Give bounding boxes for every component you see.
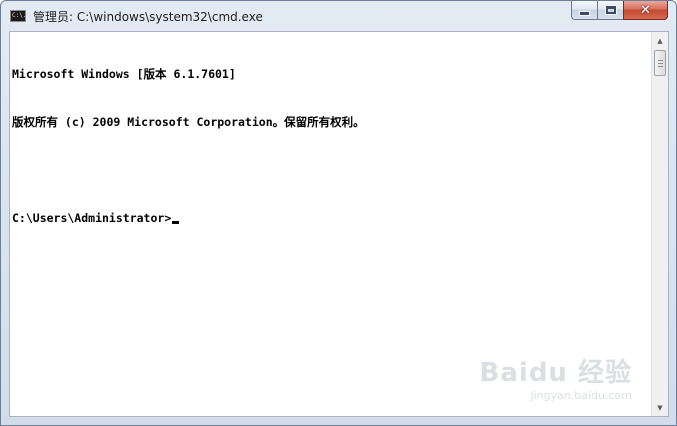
window-title: 管理员: C:\windows\system32\cmd.exe [33, 10, 263, 24]
cmd-window: C:\. 管理员: C:\windows\system32\cmd.exe ✕ … [0, 0, 677, 426]
maximize-button[interactable] [597, 1, 623, 20]
close-button[interactable]: ✕ [623, 1, 668, 20]
command-prompt[interactable]: C:\Users\Administrator> [12, 210, 365, 226]
grip-icon [658, 60, 663, 67]
chevron-down-icon: ▼ [657, 403, 663, 412]
prompt-text: C:\Users\Administrator> [12, 211, 172, 225]
chevron-up-icon: ▲ [657, 36, 663, 45]
scrollbar-thumb[interactable] [654, 50, 666, 76]
baidu-watermark: Baidu 经验 jingyan.baidu.com [480, 352, 632, 402]
close-icon: ✕ [640, 2, 651, 18]
console-area[interactable]: Microsoft Windows [版本 6.1.7601] 版权所有 (c)… [9, 31, 669, 417]
maximize-icon [605, 6, 616, 14]
cmd-icon[interactable]: C:\. [10, 10, 26, 22]
minimize-icon [580, 11, 589, 15]
console-line-copyright: 版权所有 (c) 2009 Microsoft Corporation。保留所有… [12, 115, 365, 129]
scroll-down-button[interactable]: ▼ [652, 399, 668, 416]
text-cursor [172, 221, 180, 224]
caption-buttons: ✕ [571, 1, 668, 20]
cmd-icon-text: C:\. [12, 12, 27, 19]
console-output: Microsoft Windows [版本 6.1.7601] 版权所有 (c)… [12, 34, 365, 258]
scroll-up-button[interactable]: ▲ [652, 32, 668, 49]
watermark-logo: Baidu 经验 [479, 358, 632, 388]
vertical-scrollbar[interactable]: ▲ ▼ [651, 32, 668, 416]
watermark-url: jingyan.baidu.com [530, 389, 632, 402]
minimize-button[interactable] [571, 1, 597, 20]
title-bar[interactable]: C:\. 管理员: C:\windows\system32\cmd.exe ✕ [1, 1, 676, 31]
console-line-version: Microsoft Windows [版本 6.1.7601] [12, 67, 236, 81]
